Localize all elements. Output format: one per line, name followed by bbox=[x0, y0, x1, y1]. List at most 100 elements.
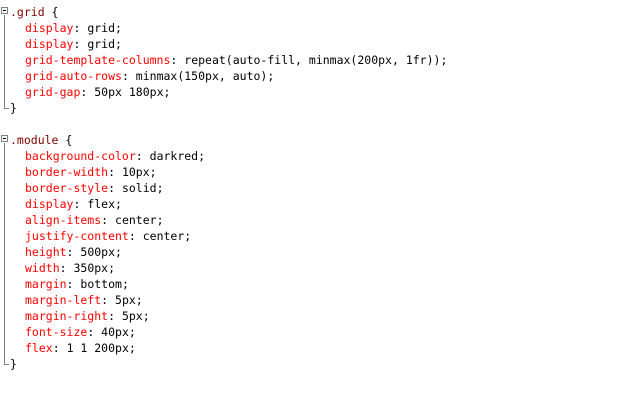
css-property: height bbox=[25, 245, 67, 259]
code-text: align-items: center; bbox=[25, 212, 164, 228]
fold-guide-line bbox=[4, 260, 5, 276]
css-property: flex bbox=[25, 341, 53, 355]
code-line-declaration[interactable]: margin-left: 5px; bbox=[0, 292, 622, 308]
code-text: margin-left: 5px; bbox=[25, 292, 143, 308]
css-property: border-style bbox=[25, 181, 109, 195]
css-selector: .grid bbox=[10, 5, 45, 19]
css-value: flex; bbox=[80, 197, 122, 211]
code-line-declaration[interactable]: margin: bottom; bbox=[0, 276, 622, 292]
open-brace: { bbox=[58, 133, 73, 147]
code-line-declaration[interactable]: flex: 1 1 200px; bbox=[0, 340, 622, 356]
code-editor[interactable]: .grid {display: grid; display: grid; grid-… bbox=[0, 4, 622, 404]
css-property: display bbox=[25, 197, 74, 211]
fold-guide-line bbox=[4, 84, 5, 100]
css-property: display bbox=[25, 37, 74, 51]
fold-guide-line bbox=[4, 276, 5, 292]
code-line-declaration[interactable]: justify-content: center; bbox=[0, 228, 622, 244]
css-value: grid; bbox=[80, 37, 122, 51]
code-line-declaration[interactable]: display: flex; bbox=[0, 196, 622, 212]
code-text: grid-auto-rows: minmax(150px, auto); bbox=[25, 68, 274, 84]
code-text: display: grid; bbox=[25, 36, 122, 52]
fold-guide-line bbox=[4, 308, 5, 324]
code-line-block-end[interactable]: } bbox=[0, 100, 622, 116]
css-property: margin bbox=[25, 277, 67, 291]
fold-guide-line bbox=[4, 180, 5, 196]
code-text: height: 500px; bbox=[25, 244, 122, 260]
css-value: 50px 180px; bbox=[87, 85, 171, 99]
code-text: justify-content: center; bbox=[25, 228, 191, 244]
css-property: display bbox=[25, 21, 74, 35]
css-value: 40px; bbox=[94, 325, 136, 339]
code-line-declaration[interactable]: grid-template-columns: repeat(auto-fill,… bbox=[0, 52, 622, 68]
code-text: border-style: solid; bbox=[25, 180, 164, 196]
colon: : bbox=[59, 261, 67, 275]
code-text: grid-gap: 50px 180px; bbox=[25, 84, 170, 100]
fold-collapse-icon[interactable] bbox=[1, 135, 8, 142]
code-text: .grid { bbox=[10, 4, 58, 20]
code-line-blank[interactable] bbox=[0, 116, 622, 132]
fold-end-marker bbox=[4, 356, 9, 365]
code-line-declaration[interactable]: margin-right: 5px; bbox=[0, 308, 622, 324]
fold-guide-line bbox=[4, 148, 5, 164]
code-line-declaration[interactable]: display: grid; bbox=[0, 36, 622, 52]
css-value: 350px; bbox=[66, 261, 116, 275]
code-line-declaration[interactable]: height: 500px; bbox=[0, 244, 622, 260]
code-line-block-start[interactable]: .module { bbox=[0, 132, 622, 148]
colon: : bbox=[108, 181, 116, 195]
code-line-declaration[interactable]: font-size: 40px; bbox=[0, 324, 622, 340]
fold-guide-line bbox=[4, 36, 5, 52]
code-line-declaration[interactable]: border-style: solid; bbox=[0, 180, 622, 196]
code-line-declaration[interactable]: grid-gap: 50px 180px; bbox=[0, 84, 622, 100]
open-brace: { bbox=[44, 5, 59, 19]
code-line-declaration[interactable]: border-width: 10px; bbox=[0, 164, 622, 180]
css-property: justify-content bbox=[25, 229, 129, 243]
css-value: 5px; bbox=[108, 293, 143, 307]
code-text: margin-right: 5px; bbox=[25, 308, 150, 324]
css-property: grid-auto-rows bbox=[25, 69, 122, 83]
css-value: 1 1 200px; bbox=[59, 341, 136, 355]
css-property: margin-left bbox=[25, 293, 102, 307]
css-selector: .module bbox=[10, 133, 59, 147]
css-value: solid; bbox=[115, 181, 164, 195]
fold-guide-line bbox=[4, 292, 5, 308]
code-text: display: flex; bbox=[25, 196, 122, 212]
css-property: background-color bbox=[25, 149, 136, 163]
css-value: 10px; bbox=[115, 165, 157, 179]
code-text: flex: 1 1 200px; bbox=[25, 340, 136, 356]
css-property: font-size bbox=[25, 325, 88, 339]
code-text: width: 350px; bbox=[25, 260, 115, 276]
code-text: .module { bbox=[10, 132, 72, 148]
css-property: margin-right bbox=[25, 309, 109, 323]
code-line-block-start[interactable]: .grid { bbox=[0, 4, 622, 20]
css-value: center; bbox=[108, 213, 164, 227]
fold-collapse-icon[interactable] bbox=[1, 7, 8, 14]
code-line-declaration[interactable]: align-items: center; bbox=[0, 212, 622, 228]
code-line-declaration[interactable]: grid-auto-rows: minmax(150px, auto); bbox=[0, 68, 622, 84]
css-value: grid; bbox=[80, 21, 122, 35]
code-line-block-end[interactable]: } bbox=[0, 356, 622, 372]
fold-guide-line bbox=[4, 324, 5, 340]
css-value: bottom; bbox=[73, 277, 129, 291]
fold-guide-line bbox=[4, 20, 5, 36]
fold-guide-line bbox=[4, 228, 5, 244]
colon: : bbox=[108, 309, 116, 323]
css-property: grid-template-columns bbox=[25, 53, 171, 67]
fold-guide-line bbox=[4, 164, 5, 180]
colon: : bbox=[121, 69, 129, 83]
css-value: darkred; bbox=[142, 149, 206, 163]
colon: : bbox=[135, 149, 143, 163]
fold-end-marker bbox=[4, 100, 9, 109]
fold-guide-line bbox=[4, 68, 5, 84]
code-line-declaration[interactable]: width: 350px; bbox=[0, 260, 622, 276]
css-value: repeat(auto-fill, minmax(200px, 1fr)); bbox=[177, 53, 448, 67]
colon: : bbox=[128, 229, 136, 243]
css-value: 5px; bbox=[115, 309, 150, 323]
colon: : bbox=[108, 165, 116, 179]
code-line-declaration[interactable]: display: grid; bbox=[0, 20, 622, 36]
code-line-declaration[interactable]: background-color: darkred; bbox=[0, 148, 622, 164]
close-brace: } bbox=[10, 357, 17, 371]
css-property: grid-gap bbox=[25, 85, 81, 99]
fold-guide-line bbox=[4, 52, 5, 68]
css-value: minmax(150px, auto); bbox=[128, 69, 275, 83]
css-value: center; bbox=[135, 229, 192, 243]
